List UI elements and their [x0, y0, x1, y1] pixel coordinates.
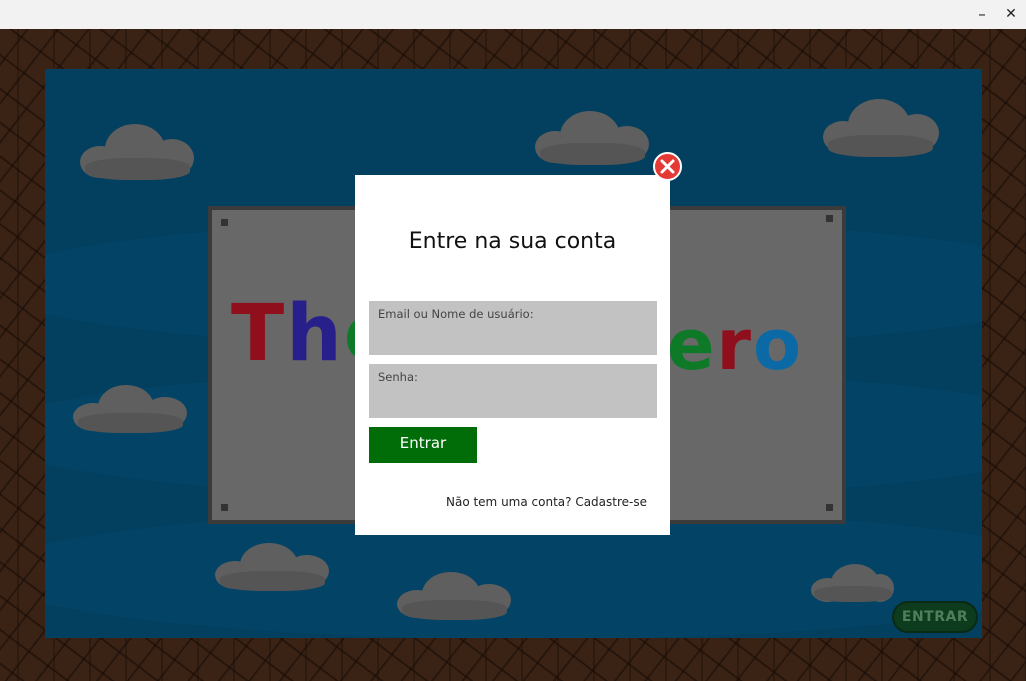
logo-letter: o: [753, 304, 804, 386]
password-input[interactable]: [378, 388, 648, 403]
signup-link[interactable]: Não tem uma conta? Cadastre-se: [446, 495, 647, 509]
minimize-button[interactable]: –: [972, 4, 992, 24]
email-field[interactable]: Email ou Nome de usuário:: [369, 301, 657, 355]
logo-letter: e: [667, 304, 717, 386]
logo-letter: h: [286, 289, 344, 379]
bolt: [221, 504, 228, 511]
window-titlebar: – ✕: [0, 0, 1026, 29]
login-modal: Entre na sua conta Email ou Nome de usuá…: [355, 175, 670, 535]
close-x-glyph: [660, 159, 675, 174]
modal-title: Entre na sua conta: [408, 229, 617, 254]
logo-letter: T: [231, 289, 287, 379]
logo-letter: r: [716, 304, 754, 386]
password-field[interactable]: Senha:: [369, 364, 657, 418]
bolt: [221, 219, 228, 226]
login-submit-button[interactable]: Entrar: [369, 427, 477, 463]
bolt: [826, 504, 833, 511]
email-label: Email ou Nome de usuário:: [378, 307, 534, 321]
entrar-corner-button[interactable]: ENTRAR: [892, 601, 978, 633]
email-input[interactable]: [378, 325, 648, 340]
window-close-button[interactable]: ✕: [1001, 4, 1021, 24]
bolt: [826, 215, 833, 222]
game-logo-right: ero: [667, 310, 803, 380]
password-label: Senha:: [378, 370, 418, 384]
close-icon[interactable]: [653, 152, 682, 181]
